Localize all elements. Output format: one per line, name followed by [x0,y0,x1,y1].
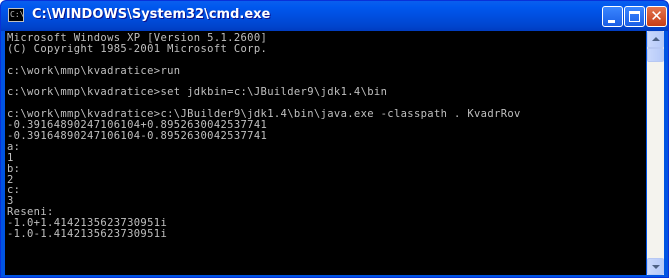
close-button[interactable]: ✕ [646,6,667,27]
console-line: c:\work\mmp\kvadratice>set jdkbin=c:\JBu… [7,86,388,99]
console-line: -1.0-1.4142135623730951i [7,228,168,241]
vertical-scrollbar[interactable] [647,31,664,275]
arrow-down-icon [652,265,660,269]
cmd-icon[interactable]: C:\ [8,8,24,22]
maximize-icon [629,11,640,22]
minimize-icon [608,20,615,23]
console-line: b: [7,162,21,175]
minimize-button[interactable] [602,6,623,27]
scroll-thumb[interactable] [647,48,664,62]
console-output[interactable]: Microsoft Windows XP [Version 5.1.2600](… [5,31,646,275]
window-title: C:\WINDOWS\System32\cmd.exe [32,7,271,22]
console-line: 1 [7,151,14,164]
scroll-down-button[interactable] [647,258,664,275]
scroll-up-button[interactable] [647,31,664,48]
arrow-up-icon [652,37,660,41]
close-icon: ✕ [650,7,663,25]
console-line: c:\work\mmp\kvadratice>run [7,64,181,77]
title-bar[interactable]: C:\ C:\WINDOWS\System32\cmd.exe ✕ [1,1,668,31]
console-line: a: [7,140,21,153]
console-lines: Microsoft Windows XP [Version 5.1.2600](… [5,31,646,251]
console-line: (C) Copyright 1985-2001 Microsoft Corp. [7,42,268,55]
console-line: c: [7,184,21,197]
console-line: 2 [7,173,14,186]
cmd-window: C:\ C:\WINDOWS\System32\cmd.exe ✕ Micros… [0,0,669,278]
console-line: -0.39164890247106104-0.8952630042537741 [7,130,268,143]
console-line: 3 [7,195,14,208]
maximize-button[interactable] [624,6,645,27]
